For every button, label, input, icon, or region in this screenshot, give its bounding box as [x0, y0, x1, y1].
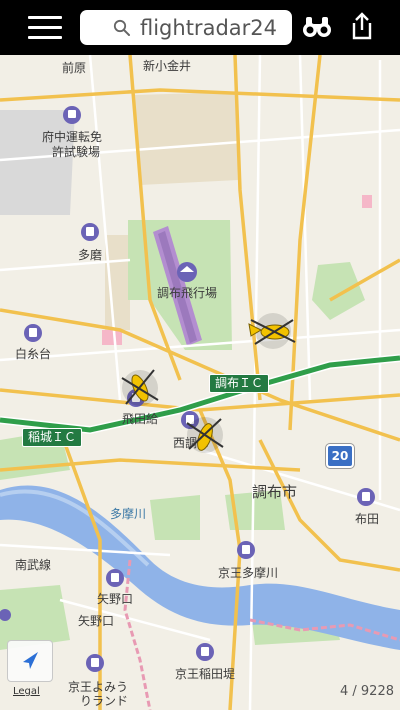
aircraft-2[interactable] — [118, 360, 162, 416]
label-fuchu-license-2: 許試験場 — [52, 144, 100, 159]
search-bar[interactable]: flightradar24 — [80, 10, 292, 45]
label-keio-yomiuri: 京王よみう — [68, 680, 128, 694]
brand-logo: flightradar24 — [140, 16, 277, 40]
label-tama: 多磨 — [78, 248, 102, 262]
menu-bar-bottom — [28, 36, 62, 39]
hamburger-menu-icon — [28, 16, 62, 19]
location-arrow-icon — [23, 652, 38, 669]
helicopter-icon — [248, 313, 296, 349]
label-chofu-city: 調布市 — [252, 483, 297, 501]
legal-link[interactable]: Legal — [13, 686, 40, 697]
label-keio-tamagawa: 京王多摩川 — [218, 565, 278, 580]
route-20-shield: 20 — [326, 444, 354, 468]
share-icon[interactable] — [349, 11, 375, 41]
label-fuchu-license: 府中運転免 — [42, 129, 102, 144]
map-view[interactable]: 前原 新小金井 府中運転免 許試験場 多磨 調布飛行場 白糸台 飛田給 西調布 … — [0, 55, 400, 710]
label-yanokuchi: 矢野口 — [78, 614, 114, 628]
chofu-ic-badge: 調布ＩＣ — [209, 374, 270, 393]
label-chofu-airport: 調布飛行場 — [157, 286, 217, 300]
helicopter-icon — [121, 369, 159, 406]
label-nambu-line: 南武線 — [15, 557, 51, 572]
menu-button[interactable] — [28, 13, 64, 41]
inagi-ic-badge: 稲城ＩＣ — [22, 428, 83, 447]
current-location-button[interactable] — [7, 640, 53, 682]
label-land: りランド — [80, 694, 128, 708]
label-tamagawa-river: 多摩川 — [110, 506, 146, 521]
label-fuda: 布田 — [355, 512, 379, 526]
binoculars-icon[interactable] — [302, 14, 332, 40]
label-maehara: 前原 — [62, 60, 86, 75]
aircraft-1[interactable] — [245, 308, 301, 354]
map-canvas: 前原 新小金井 府中運転免 許試験場 多磨 調布飛行場 白糸台 飛田給 西調布 … — [0, 55, 400, 710]
aircraft-3[interactable] — [183, 407, 227, 463]
label-yanokuchi-station: 矢野口 — [97, 592, 133, 606]
label-shinkoganei: 新小金井 — [143, 58, 191, 73]
label-keio-inadazutsumi: 京王稲田堤 — [175, 667, 235, 681]
menu-bar-middle — [28, 26, 62, 29]
top-bar: flightradar24 — [0, 0, 400, 55]
magnifier-icon — [113, 19, 130, 36]
label-shiraitodai: 白糸台 — [15, 346, 51, 361]
helicopter-icon — [186, 417, 224, 453]
aircraft-counter: 4 / 9228 — [340, 684, 394, 699]
